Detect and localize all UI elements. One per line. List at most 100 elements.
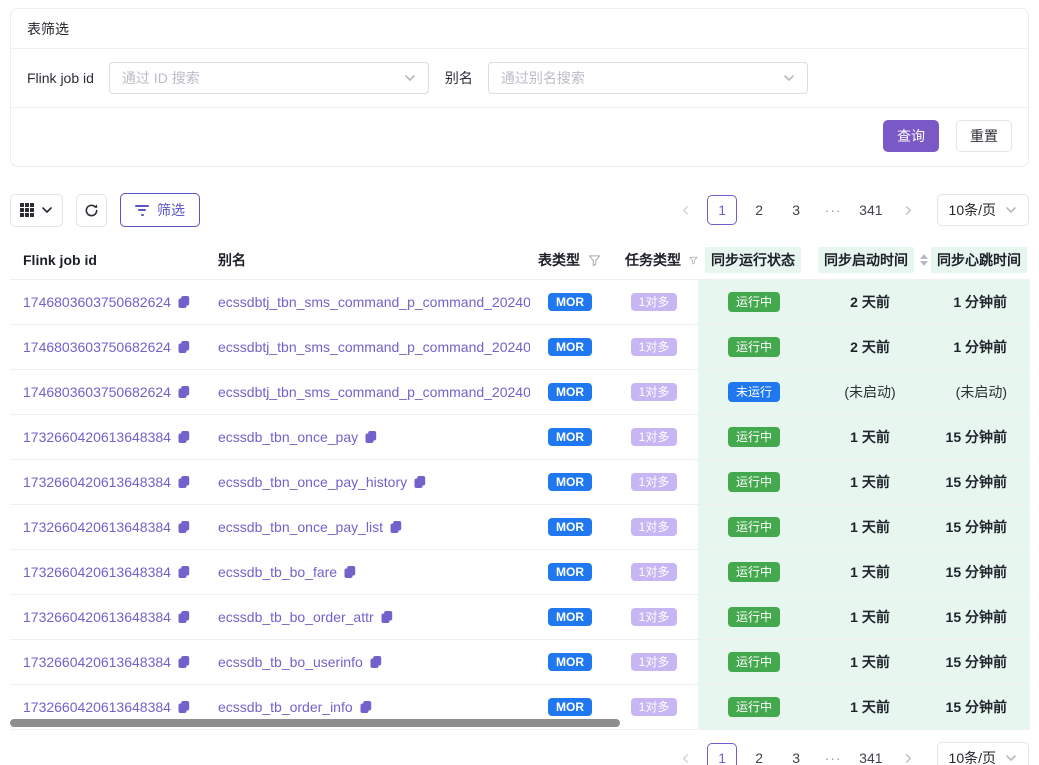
table-type-badge: MOR	[548, 698, 592, 716]
page-button-last[interactable]: 341	[855, 743, 886, 765]
col-header-heartbeat-time[interactable]: 同步心跳时间	[930, 247, 1030, 273]
copy-icon[interactable]	[177, 565, 191, 579]
task-type-badge: 1对多	[631, 338, 678, 356]
flink-job-id-link[interactable]: 1746803603750682624	[23, 339, 171, 355]
copy-icon[interactable]	[177, 475, 191, 489]
col-header-flink-job-id[interactable]: Flink job id	[10, 252, 210, 268]
sorter-icon[interactable]	[920, 254, 928, 266]
table-row: 1732660420613648384 ecssdb_tb_bo_fare MO…	[10, 550, 1030, 595]
cell-heartbeat-time: 15 分钟前	[930, 550, 1030, 594]
pagination-bottom: 1 2 3 ··· 341 10条/页	[670, 742, 1029, 765]
table-type-badge: MOR	[548, 293, 592, 311]
page-ellipsis[interactable]: ···	[818, 743, 848, 765]
alias-link[interactable]: ecssdbtj_tbn_sms_command_p_command_20240…	[218, 294, 530, 310]
flink-job-id-link[interactable]: 1732660420613648384	[23, 474, 171, 490]
page-button-3[interactable]: 3	[781, 743, 811, 765]
horizontal-scrollbar-thumb[interactable]	[10, 719, 620, 727]
cell-table-type: MOR	[530, 383, 610, 401]
flink-job-id-select[interactable]: 通过 ID 搜索	[109, 62, 429, 94]
col-header-start-time[interactable]: 同步启动时间	[810, 247, 930, 273]
cell-heartbeat-time: 15 分钟前	[930, 595, 1030, 639]
alias-link[interactable]: ecssdb_tbn_once_pay_list	[218, 519, 383, 535]
filter-funnel-icon[interactable]	[689, 254, 698, 267]
copy-icon[interactable]	[177, 655, 191, 669]
page-ellipsis[interactable]: ···	[818, 195, 848, 225]
chevron-right-icon	[903, 205, 914, 216]
flink-job-id-link[interactable]: 1732660420613648384	[23, 699, 171, 715]
copy-icon[interactable]	[177, 295, 191, 309]
copy-icon[interactable]	[369, 655, 383, 669]
flink-job-id-link[interactable]: 1732660420613648384	[23, 519, 171, 535]
prev-page-button[interactable]	[670, 743, 700, 765]
filter-card-title: 表筛选	[11, 9, 1028, 49]
cell-heartbeat-time: 1 分钟前	[930, 325, 1030, 369]
cell-flink-job-id: 1732660420613648384	[10, 564, 210, 580]
page-button-3[interactable]: 3	[781, 195, 811, 225]
copy-icon[interactable]	[177, 520, 191, 534]
page-size-select[interactable]: 10条/页	[937, 194, 1029, 226]
task-type-badge: 1对多	[631, 698, 678, 716]
cell-sync-status: 运行中	[698, 325, 810, 369]
copy-icon[interactable]	[413, 475, 427, 489]
page-button-2[interactable]: 2	[744, 743, 774, 765]
page-button-2[interactable]: 2	[744, 195, 774, 225]
alias-link[interactable]: ecssdb_tb_order_info	[218, 699, 353, 715]
alias-link[interactable]: ecssdbtj_tbn_sms_command_p_command_20240…	[218, 384, 530, 400]
cell-flink-job-id: 1732660420613648384	[10, 609, 210, 625]
cell-flink-job-id: 1732660420613648384	[10, 474, 210, 490]
copy-icon[interactable]	[343, 565, 357, 579]
page-size-select[interactable]: 10条/页	[937, 742, 1029, 765]
flink-job-id-link[interactable]: 1746803603750682624	[23, 294, 171, 310]
copy-icon[interactable]	[359, 700, 373, 714]
cell-table-type: MOR	[530, 563, 610, 581]
prev-page-button[interactable]	[670, 195, 700, 225]
cell-start-time: 1 天前	[810, 640, 930, 684]
page-button-1[interactable]: 1	[707, 743, 737, 765]
page-button-last[interactable]: 341	[855, 195, 886, 225]
table-type-badge: MOR	[548, 518, 592, 536]
col-header-alias[interactable]: 别名	[210, 250, 530, 270]
filter-funnel-icon[interactable]	[588, 254, 601, 267]
flink-job-id-link[interactable]: 1732660420613648384	[23, 564, 171, 580]
alias-select[interactable]: 通过别名搜索	[488, 62, 808, 94]
chevron-left-icon	[680, 205, 691, 216]
reset-button[interactable]: 重置	[956, 120, 1012, 152]
next-page-button[interactable]	[894, 743, 924, 765]
filter-button[interactable]: 筛选	[120, 193, 200, 227]
alias-link[interactable]: ecssdbtj_tbn_sms_command_p_command_20240…	[218, 339, 530, 355]
flink-job-id-link[interactable]: 1732660420613648384	[23, 654, 171, 670]
cell-flink-job-id: 1732660420613648384	[10, 699, 210, 715]
copy-icon[interactable]	[364, 430, 378, 444]
copy-icon[interactable]	[389, 520, 403, 534]
table-type-badge: MOR	[548, 428, 592, 446]
status-badge: 运行中	[728, 607, 780, 627]
flink-job-id-placeholder: 通过 ID 搜索	[122, 68, 200, 88]
field-flink-job-id: Flink job id 通过 ID 搜索	[27, 62, 429, 94]
alias-link[interactable]: ecssdb_tbn_once_pay_history	[218, 474, 407, 490]
alias-link[interactable]: ecssdb_tb_bo_order_attr	[218, 609, 374, 625]
copy-icon[interactable]	[380, 610, 394, 624]
copy-icon[interactable]	[177, 700, 191, 714]
col-header-table-type[interactable]: 表类型	[530, 250, 610, 270]
flink-job-id-link[interactable]: 1746803603750682624	[23, 384, 171, 400]
copy-icon[interactable]	[177, 340, 191, 354]
flink-job-id-link[interactable]: 1732660420613648384	[23, 609, 171, 625]
alias-link[interactable]: ecssdb_tb_bo_fare	[218, 564, 337, 580]
refresh-button[interactable]	[76, 194, 107, 227]
alias-link[interactable]: ecssdb_tbn_once_pay	[218, 429, 358, 445]
status-badge: 运行中	[728, 472, 780, 492]
copy-icon[interactable]	[177, 385, 191, 399]
cell-sync-status: 未运行	[698, 370, 810, 414]
copy-icon[interactable]	[177, 610, 191, 624]
flink-job-id-link[interactable]: 1732660420613648384	[23, 429, 171, 445]
page-button-1[interactable]: 1	[707, 195, 737, 225]
alias-link[interactable]: ecssdb_tb_bo_userinfo	[218, 654, 363, 670]
copy-icon[interactable]	[177, 430, 191, 444]
next-page-button[interactable]	[894, 195, 924, 225]
col-header-sync-status-label: 同步运行状态	[705, 247, 801, 273]
col-header-task-type[interactable]: 任务类型	[610, 250, 698, 270]
col-header-sync-status[interactable]: 同步运行状态	[698, 247, 810, 273]
column-settings-button[interactable]	[10, 194, 63, 227]
cell-task-type: 1对多	[610, 338, 698, 356]
query-button[interactable]: 查询	[883, 120, 939, 152]
